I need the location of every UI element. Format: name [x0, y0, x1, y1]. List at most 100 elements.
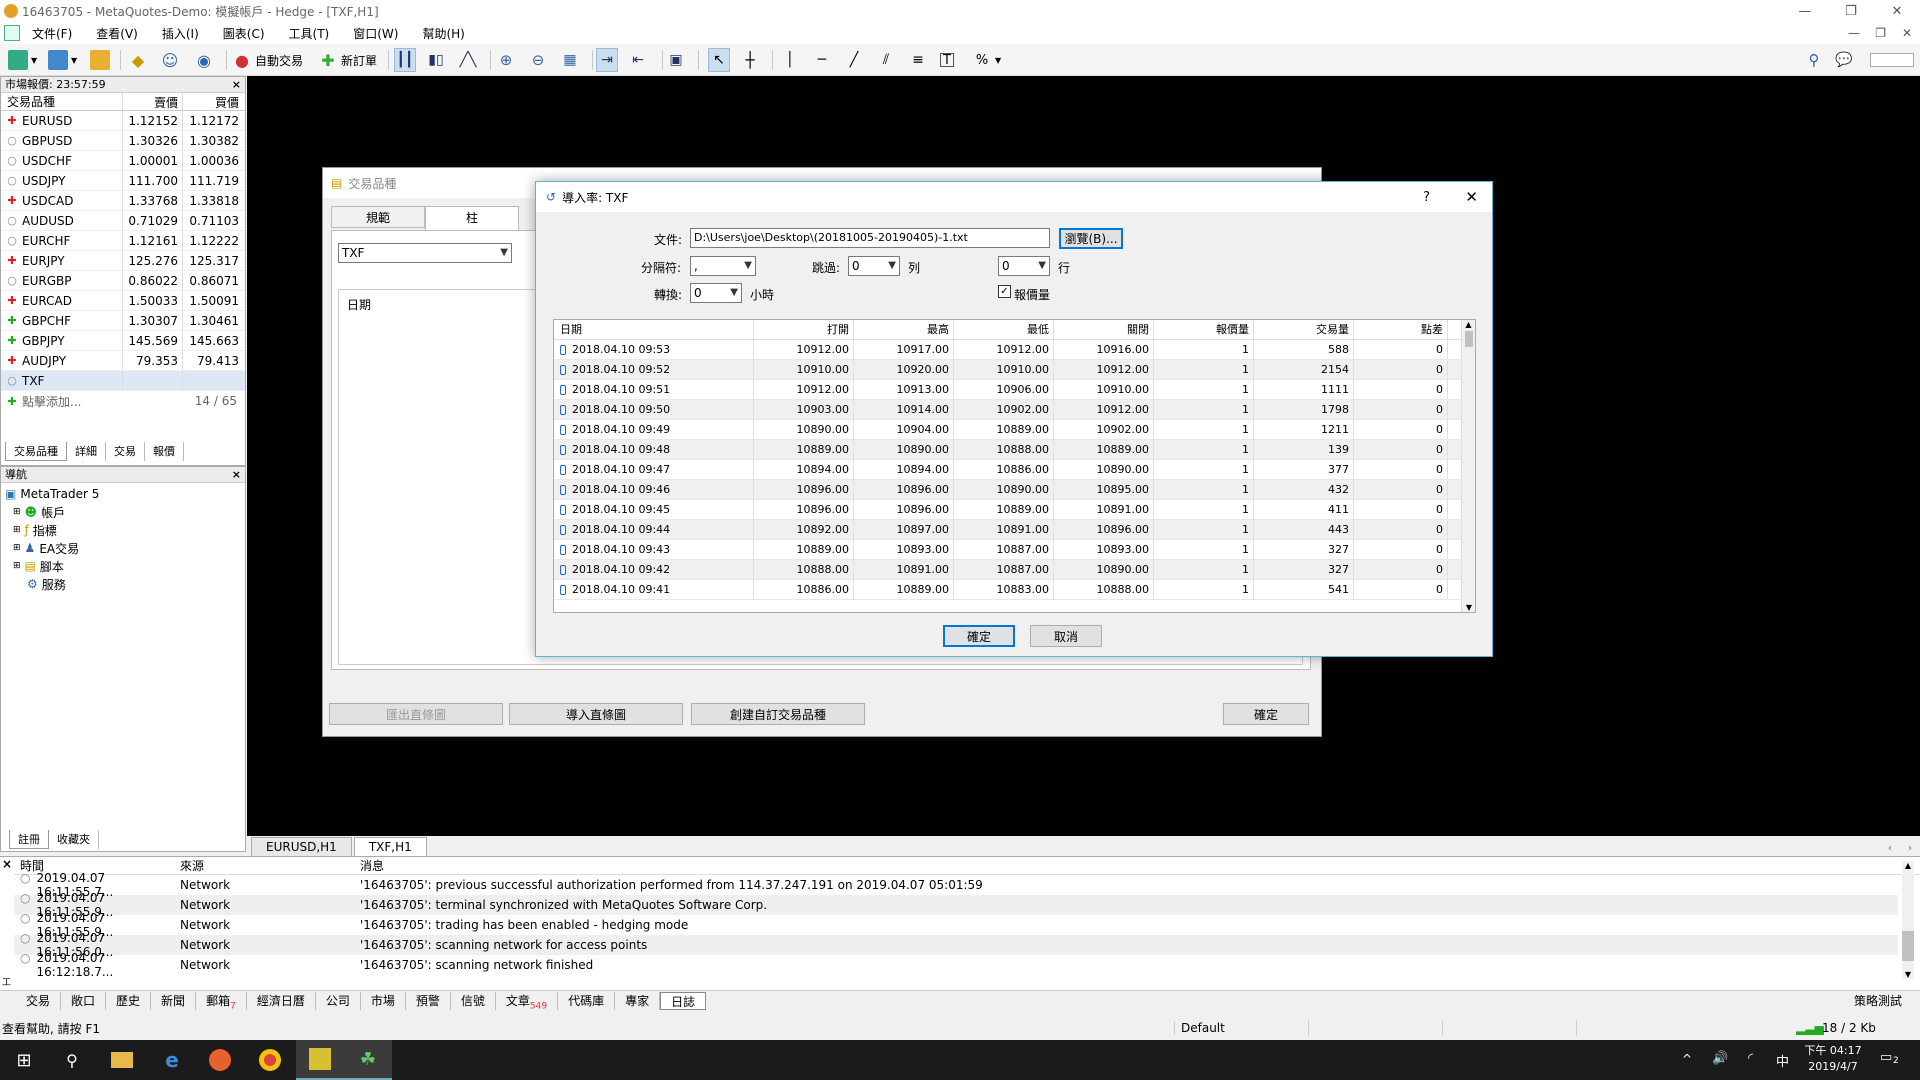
column-header[interactable]: 日期: [554, 320, 754, 339]
tray-chevron-icon[interactable]: ^: [1682, 1052, 1692, 1066]
journal-row[interactable]: ○ 2019.04.07 16:11:56.0... Network '1646370…: [14, 931, 1898, 959]
table-row[interactable]: 2018.04.10 09:43 10889.00 10893.00 10887.00…: [554, 540, 1475, 560]
menu-view[interactable]: 查看(V): [84, 25, 150, 42]
menu-charts[interactable]: 圖表(C): [211, 25, 277, 42]
tab-symbols[interactable]: 交易品種: [5, 442, 67, 461]
menu-help[interactable]: 幫助(H): [410, 25, 476, 42]
app-menu-icon[interactable]: [4, 25, 20, 41]
market-watch-row[interactable]: ✚ GBPJPY 145.569 145.663: [1, 331, 245, 351]
navigator-button[interactable]: ☺: [160, 48, 180, 72]
market-watch-row[interactable]: ○ USDJPY 111.700 111.719: [1, 171, 245, 191]
menu-file[interactable]: 文件(F): [20, 25, 84, 42]
toolbox-tab[interactable]: 代碼庫: [558, 991, 616, 1010]
profiles-button[interactable]: ▼: [48, 48, 77, 72]
col-ask[interactable]: 買價: [183, 93, 243, 110]
toolbox-tab[interactable]: 文章549: [496, 991, 559, 1011]
journal-row[interactable]: ○ 2019.04.07 16:11:55.7... Network '1646370…: [14, 871, 1898, 899]
column-header[interactable]: 報價量: [1154, 320, 1254, 339]
search-box[interactable]: [1870, 53, 1914, 67]
toolbox-tab[interactable]: 信號: [451, 991, 496, 1010]
add-symbol-row[interactable]: ✚ 點擊添加... 14 / 65: [1, 391, 245, 411]
tab-ticks[interactable]: 報價: [145, 442, 184, 461]
column-header[interactable]: 關閉: [1054, 320, 1154, 339]
firefox-button[interactable]: [196, 1040, 244, 1080]
toolbox-tab[interactable]: 經濟日曆: [247, 991, 316, 1010]
trend-line-button[interactable]: ╱: [844, 48, 864, 72]
chat-button[interactable]: 💬: [1834, 48, 1854, 72]
vertical-scrollbar[interactable]: ▲ ▼: [1461, 320, 1475, 612]
horizontal-line-button[interactable]: ─: [812, 48, 832, 72]
column-header[interactable]: 點差: [1354, 320, 1448, 339]
toolbox-tab[interactable]: 日誌: [660, 991, 707, 1010]
minimize-button[interactable]: —: [1782, 0, 1828, 22]
mdi-minimize-icon[interactable]: —: [1848, 26, 1860, 40]
line-chart-button[interactable]: ╱╲: [458, 48, 478, 72]
table-row[interactable]: 2018.04.10 09:51 10912.00 10913.00 10906.00…: [554, 380, 1475, 400]
scroll-thumb[interactable]: [1902, 931, 1914, 961]
mdi-restore-icon[interactable]: ❐: [1875, 26, 1886, 40]
candle-chart-button[interactable]: ▮▯: [426, 48, 446, 72]
data-window-button[interactable]: ◆: [128, 48, 148, 72]
toolbox-tab[interactable]: 交易: [16, 991, 62, 1010]
toolbox-tab[interactable]: 專家: [615, 991, 661, 1010]
notification-icon[interactable]: ▭: [1880, 1050, 1892, 1065]
skip-columns-select[interactable]: 0 ▼: [848, 256, 900, 276]
toolbox-tab[interactable]: 市場: [361, 991, 406, 1010]
market-watch-row[interactable]: ✚ EURCAD 1.50033 1.50091: [1, 291, 245, 311]
auto-trade-button[interactable]: ● 自動交易: [232, 48, 303, 72]
mdi-close-icon[interactable]: ✕: [1902, 26, 1912, 40]
market-watch-row[interactable]: ✚ GBPCHF 1.30307 1.30461: [1, 311, 245, 331]
start-button[interactable]: ⊞: [0, 1040, 48, 1080]
tree-item-services[interactable]: ⚙ 服務: [5, 575, 241, 593]
clock[interactable]: 下午 04:17 2019/4/7: [1798, 1043, 1868, 1075]
zoom-in-button[interactable]: ⊕: [496, 48, 516, 72]
vertical-line-button[interactable]: │: [780, 48, 800, 72]
close-icon[interactable]: ×: [232, 467, 241, 483]
edge-button[interactable]: e: [148, 1040, 196, 1080]
scroll-up-icon[interactable]: ▲: [1462, 320, 1475, 329]
tree-item-accounts[interactable]: ⊞ ☻ 帳戶: [5, 503, 241, 521]
market-watch-toggle[interactable]: [90, 48, 110, 72]
market-watch-row[interactable]: ○ USDCHF 1.00001 1.00036: [1, 151, 245, 171]
market-watch-row[interactable]: ○ EURGBP 0.86022 0.86071: [1, 271, 245, 291]
close-icon[interactable]: ✕: [1465, 188, 1478, 206]
col-message[interactable]: 消息: [354, 857, 384, 874]
bar-chart-button[interactable]: ┃┃: [394, 48, 416, 72]
tab-common[interactable]: 註冊: [9, 830, 49, 849]
market-watch-row[interactable]: ✚ EURJPY 125.276 125.317: [1, 251, 245, 271]
market-watch-row[interactable]: ○ TXF: [1, 371, 245, 391]
table-row[interactable]: 2018.04.10 09:42 10888.00 10891.00 10887.00…: [554, 560, 1475, 580]
tick-volume-checkbox[interactable]: ✓: [998, 285, 1011, 298]
tab-specification[interactable]: 規範: [331, 206, 425, 228]
symbol-select[interactable]: TXF ▼: [338, 243, 512, 263]
scroll-down-icon[interactable]: ▼: [1462, 603, 1475, 612]
new-order-button[interactable]: ✚ 新訂單: [318, 48, 377, 72]
market-watch-row[interactable]: ✚ EURUSD 1.12152 1.12172: [1, 111, 245, 131]
metatrader-taskbar-button[interactable]: ☘: [344, 1040, 392, 1080]
network-icon[interactable]: ◜: [1748, 1051, 1753, 1066]
toolbox-tab[interactable]: 公司: [316, 991, 361, 1010]
autoscroll-button[interactable]: ⇥: [596, 48, 618, 72]
chart-shift-button[interactable]: ⇤: [628, 48, 648, 72]
table-row[interactable]: 2018.04.10 09:45 10896.00 10896.00 10889.00…: [554, 500, 1475, 520]
skip-rows-select[interactable]: 0 ▼: [998, 256, 1050, 276]
chrome-button[interactable]: [246, 1040, 294, 1080]
equidistant-channel-button[interactable]: ⫽: [876, 48, 896, 72]
market-watch-row[interactable]: ✚ AUDJPY 79.353 79.413: [1, 351, 245, 371]
col-symbol[interactable]: 交易品種: [1, 93, 123, 110]
import-bars-button[interactable]: 導入直條圖: [509, 703, 683, 725]
tree-item-experts[interactable]: ⊞ ♟ EA交易: [5, 539, 241, 557]
tree-item-scripts[interactable]: ⊞ ▤ 腳本: [5, 557, 241, 575]
column-header[interactable]: 交易量: [1254, 320, 1354, 339]
chart-tab-txf[interactable]: TXF,H1: [353, 837, 427, 856]
col-source[interactable]: 來源: [174, 857, 354, 874]
search-button[interactable]: ⚲: [1804, 48, 1824, 72]
text-tool-button[interactable]: T: [940, 48, 954, 72]
toolbox-tab[interactable]: 敞口: [61, 991, 107, 1010]
tab-trading[interactable]: 交易: [106, 442, 145, 461]
zoom-out-button[interactable]: ⊖: [528, 48, 548, 72]
market-watch-row[interactable]: ○ EURCHF 1.12161 1.12222: [1, 231, 245, 251]
tree-root[interactable]: ▣ MetaTrader 5: [5, 485, 241, 503]
column-header[interactable]: 打開: [754, 320, 854, 339]
tree-item-indicators[interactable]: ⊞ ƒ 指標: [5, 521, 241, 539]
